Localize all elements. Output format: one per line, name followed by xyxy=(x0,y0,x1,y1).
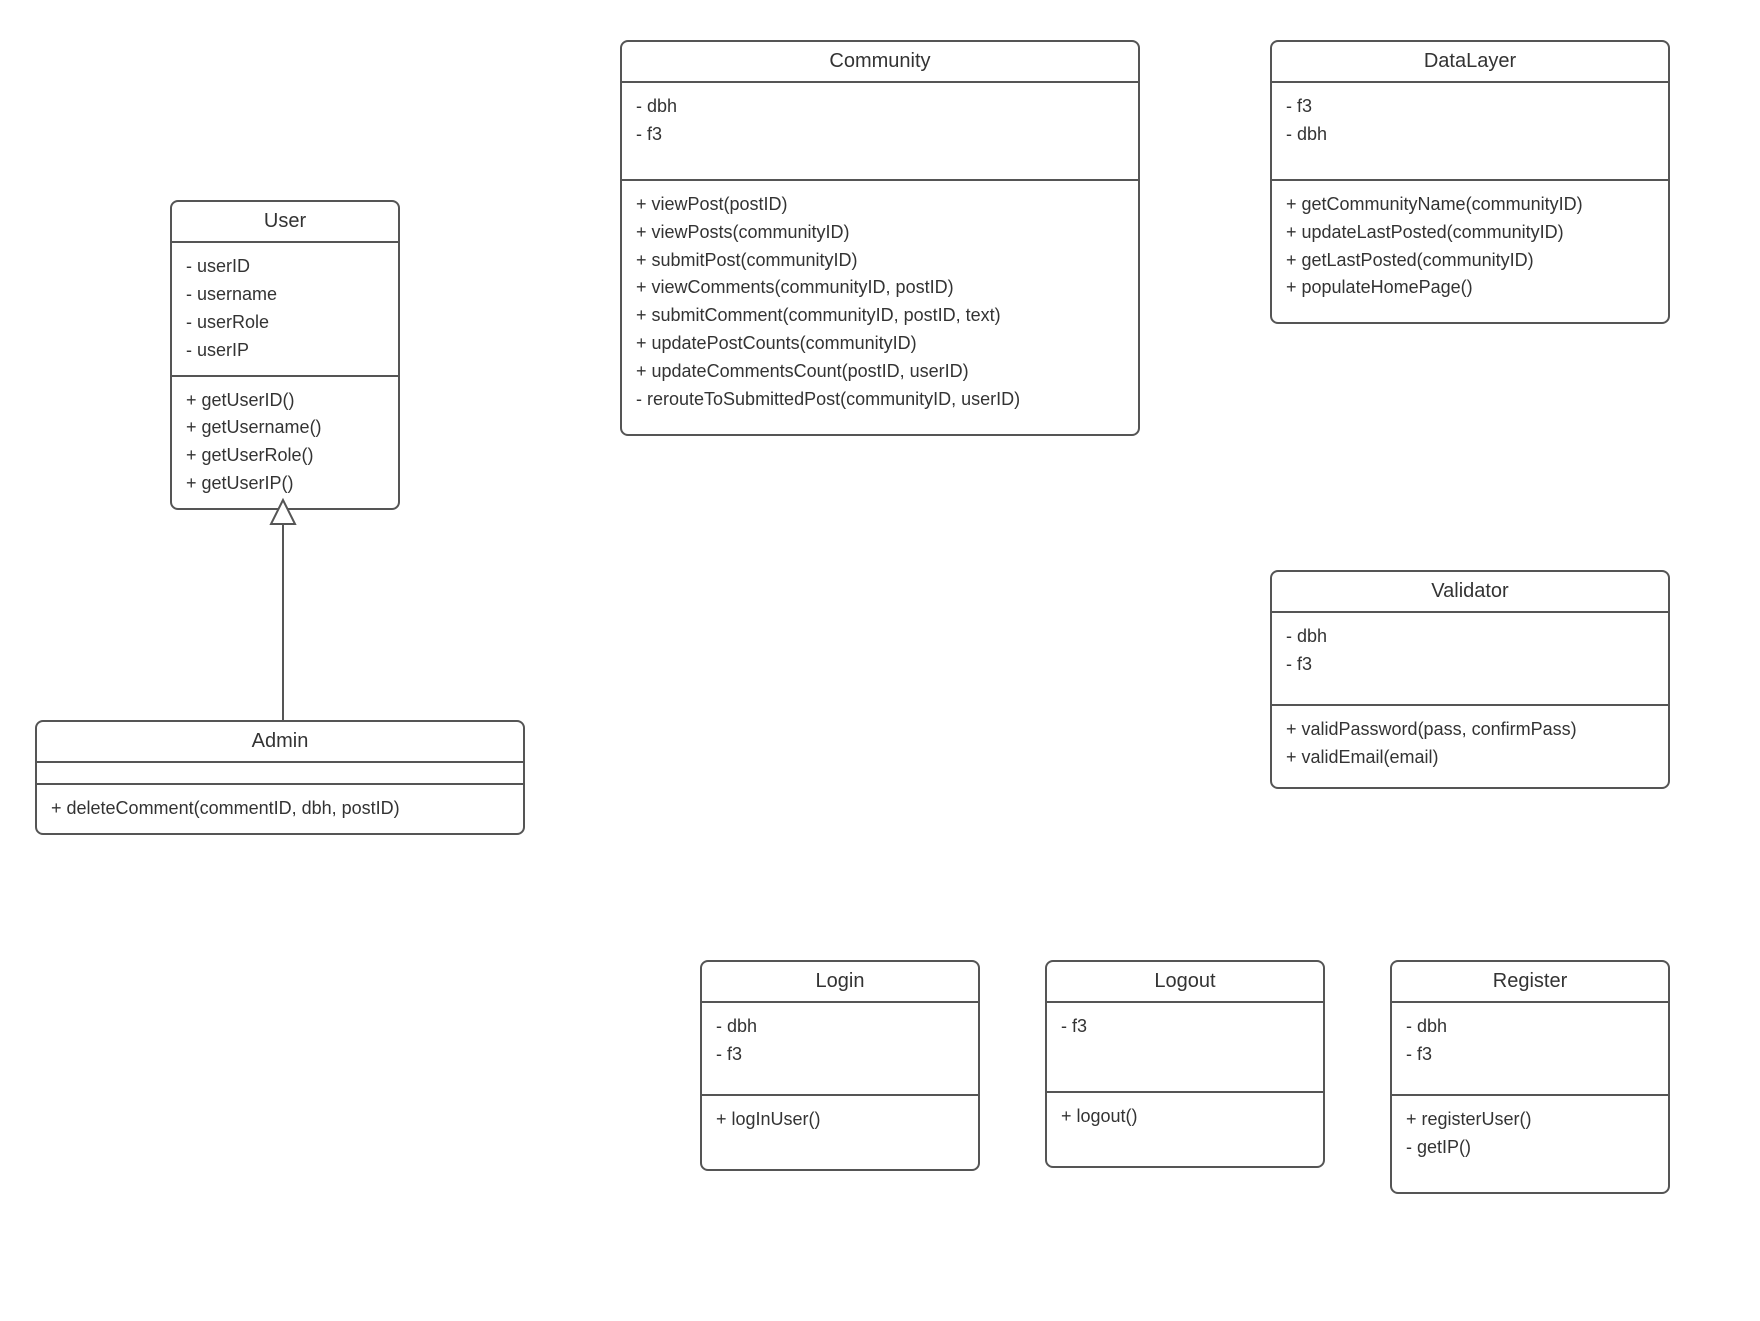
attr: - dbh xyxy=(1406,1013,1654,1041)
attr: - dbh xyxy=(1286,623,1654,651)
method: + updateLastPosted(communityID) xyxy=(1286,219,1654,247)
method: + updatePostCounts(communityID) xyxy=(636,330,1124,358)
class-admin-methods: + deleteComment(commentID, dbh, postID) xyxy=(37,785,523,833)
attr: - userRole xyxy=(186,309,384,337)
attr: - dbh xyxy=(716,1013,964,1041)
class-user: User - userID - username - userRole - us… xyxy=(170,200,400,510)
class-validator: Validator - dbh - f3 + validPassword(pas… xyxy=(1270,570,1670,789)
method: + getLastPosted(communityID) xyxy=(1286,247,1654,275)
uml-canvas: User - userID - username - userRole - us… xyxy=(0,0,1760,1321)
attr: - dbh xyxy=(636,93,1124,121)
method: + getCommunityName(communityID) xyxy=(1286,191,1654,219)
class-logout-methods: + logout() xyxy=(1047,1093,1323,1166)
method: + validEmail(email) xyxy=(1286,744,1654,772)
class-login-title: Login xyxy=(702,962,978,1003)
class-user-attributes: - userID - username - userRole - userIP xyxy=(172,243,398,377)
method: + viewComments(communityID, postID) xyxy=(636,274,1124,302)
class-register-attributes: - dbh - f3 xyxy=(1392,1003,1668,1096)
class-validator-attributes: - dbh - f3 xyxy=(1272,613,1668,706)
method: - getIP() xyxy=(1406,1134,1654,1162)
attr: - f3 xyxy=(1061,1013,1309,1041)
method: + viewPosts(communityID) xyxy=(636,219,1124,247)
class-register-title: Register xyxy=(1392,962,1668,1003)
class-community-attributes: - dbh - f3 xyxy=(622,83,1138,181)
class-community: Community - dbh - f3 + viewPost(postID) … xyxy=(620,40,1140,436)
method: + updateCommentsCount(postID, userID) xyxy=(636,358,1124,386)
class-login-methods: + logInUser() xyxy=(702,1096,978,1169)
class-community-methods: + viewPost(postID) + viewPosts(community… xyxy=(622,181,1138,434)
class-logout-attributes: - f3 xyxy=(1047,1003,1323,1093)
attr: - f3 xyxy=(1286,93,1654,121)
attr: - username xyxy=(186,281,384,309)
class-admin: Admin + deleteComment(commentID, dbh, po… xyxy=(35,720,525,835)
class-login-attributes: - dbh - f3 xyxy=(702,1003,978,1096)
method: + registerUser() xyxy=(1406,1106,1654,1134)
method: + logout() xyxy=(1061,1103,1309,1131)
class-logout: Logout - f3 + logout() xyxy=(1045,960,1325,1168)
class-validator-methods: + validPassword(pass, confirmPass) + val… xyxy=(1272,706,1668,787)
method: + getUserIP() xyxy=(186,470,384,498)
method: + deleteComment(commentID, dbh, postID) xyxy=(51,795,509,823)
class-login: Login - dbh - f3 + logInUser() xyxy=(700,960,980,1171)
class-datalayer-attributes: - f3 - dbh xyxy=(1272,83,1668,181)
class-community-title: Community xyxy=(622,42,1138,83)
method: - rerouteToSubmittedPost(communityID, us… xyxy=(636,386,1124,414)
attr: - userIP xyxy=(186,337,384,365)
class-logout-title: Logout xyxy=(1047,962,1323,1003)
attr: - f3 xyxy=(636,121,1124,149)
method: + submitComment(communityID, postID, tex… xyxy=(636,302,1124,330)
class-user-title: User xyxy=(172,202,398,243)
method: + logInUser() xyxy=(716,1106,964,1134)
class-register-methods: + registerUser() - getIP() xyxy=(1392,1096,1668,1192)
attr: - dbh xyxy=(1286,121,1654,149)
method: + getUserRole() xyxy=(186,442,384,470)
class-admin-attributes xyxy=(37,763,523,785)
attr: - f3 xyxy=(1406,1041,1654,1069)
class-user-methods: + getUserID() + getUsername() + getUserR… xyxy=(172,377,398,509)
method: + getUsername() xyxy=(186,414,384,442)
class-datalayer-methods: + getCommunityName(communityID) + update… xyxy=(1272,181,1668,323)
method: + submitPost(communityID) xyxy=(636,247,1124,275)
class-validator-title: Validator xyxy=(1272,572,1668,613)
method: + viewPost(postID) xyxy=(636,191,1124,219)
class-admin-title: Admin xyxy=(37,722,523,763)
attr: - f3 xyxy=(1286,651,1654,679)
method: + getUserID() xyxy=(186,387,384,415)
class-datalayer: DataLayer - f3 - dbh + getCommunityName(… xyxy=(1270,40,1670,324)
attr: - userID xyxy=(186,253,384,281)
attr: - f3 xyxy=(716,1041,964,1069)
class-datalayer-title: DataLayer xyxy=(1272,42,1668,83)
method: + validPassword(pass, confirmPass) xyxy=(1286,716,1654,744)
class-register: Register - dbh - f3 + registerUser() - g… xyxy=(1390,960,1670,1194)
method: + populateHomePage() xyxy=(1286,274,1654,302)
